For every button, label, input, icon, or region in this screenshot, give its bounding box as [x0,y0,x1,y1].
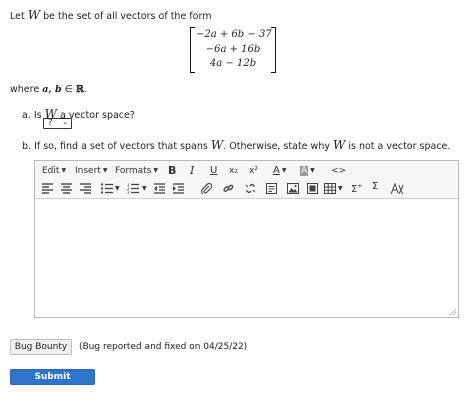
matrix-row-3: 4a − 12b [209,58,257,69]
select-value: ? [48,118,53,128]
subscript-button[interactable]: x₂ [229,164,238,178]
variable-domain: where a, b ∈ ℝ. [10,84,87,95]
superscript-button[interactable]: x² [249,164,258,178]
caret-down-icon: ▼ [102,167,108,174]
problem-intro: Let W be the set of all vectors of the f… [10,8,211,22]
bug-bounty-button[interactable]: Bug Bounty [10,339,72,355]
editor-toolbar: Edit ▼ Insert ▼ Formats ▼ B I U x₂ x² A ▼ A ▼… [35,161,458,199]
formats-menu-label: Formats [115,166,152,176]
caret-down-icon: ▼ [281,167,287,174]
font-color-button[interactable]: A ▼ [273,164,286,178]
attachment-icon[interactable] [201,183,212,194]
matrix-row-1: −2a + 6b − 37 [196,29,272,40]
code-view-button[interactable]: <> [331,164,346,178]
where-vars: a, b [42,84,62,95]
formats-menu[interactable]: Formats ▼ [115,164,158,178]
caret-down-icon[interactable]: ▼ [115,182,120,196]
insert-table-icon[interactable] [324,183,336,194]
background-color-icon: A [300,166,309,176]
underline-button[interactable]: U [210,164,217,178]
matrix-left-bracket [190,27,195,73]
matrix-row-2: −6a + 16b [205,43,261,55]
intro-text-pre: Let [10,11,28,22]
caret-down-icon: ▼ [61,167,67,174]
caret-down-icon[interactable]: ▼ [142,182,147,196]
bug-status-note: (Bug reported and fixed on 04/25/22) [79,342,248,352]
bullet-list-icon[interactable] [101,183,115,194]
background-color-button[interactable]: A ▼ [300,164,315,178]
align-center-icon[interactable] [61,183,73,194]
edit-menu[interactable]: Edit ▼ [42,164,66,178]
rich-text-editor: Edit ▼ Insert ▼ Formats ▼ B I U x₂ x² A ▼ A ▼… [34,160,459,318]
indent-icon[interactable] [173,183,185,194]
where-in: ∈ [61,84,76,95]
chevron-down-icon: ⌄ [62,118,68,126]
align-left-icon[interactable] [42,183,54,194]
insert-menu-label: Insert [75,166,101,176]
answer-edit-area[interactable] [35,199,458,317]
caret-down-icon: ▼ [310,167,315,174]
bold-button[interactable]: B [168,164,176,178]
table-of-contents-icon[interactable] [266,183,277,194]
link-icon[interactable] [223,183,234,194]
vector-matrix: −2a + 6b − 37 −6a + 16b 4a − 12b [190,27,276,73]
insert-menu[interactable]: Insert ▼ [75,164,107,178]
insert-image-icon[interactable] [287,183,299,194]
intro-text-post: be the set of all vectors of the form [40,11,212,22]
set-variable: W [27,8,41,22]
align-right-icon[interactable] [80,183,92,194]
math-symbols-button[interactable]: Σ [372,180,378,194]
question-a-pre: a. Is [22,110,45,121]
where-pre: where [10,84,43,95]
where-post: . [83,84,87,95]
italic-button[interactable]: I [190,164,194,178]
real-numbers-symbol: ℝ [75,84,84,95]
outdent-icon[interactable] [154,183,166,194]
caret-down-icon[interactable]: ▼ [338,182,343,196]
submit-question-button[interactable]: Submit Question [10,369,95,396]
matrix-right-bracket [271,27,276,73]
font-color-icon: A [273,165,280,176]
question-b-pre: b. If so, find a set of vectors that spa… [22,141,211,152]
media-embed-icon[interactable] [307,183,318,194]
numbered-list-icon[interactable]: 123 [127,183,141,194]
caret-down-icon: ▼ [153,167,159,174]
question-b-mid: . Otherwise, state why [223,141,333,152]
edit-menu-label: Edit [42,166,60,176]
vector-space-select[interactable]: ? ⌄ [43,118,72,129]
resize-handle-icon[interactable] [449,308,456,315]
plus-icon: + [357,183,363,190]
question-b-var: W [210,138,224,152]
question-a: a. Is W a vector space? [22,107,135,121]
question-b-post: is not a vector space. [345,141,451,152]
equation-editor-button[interactable]: Σ+ [351,180,363,195]
question-b-var2: W [332,138,346,152]
question-b: b. If so, find a set of vectors that spa… [22,138,450,152]
svg-text:3: 3 [127,190,130,194]
unlink-icon[interactable] [245,183,256,194]
handwriting-math-icon[interactable] [390,183,404,194]
